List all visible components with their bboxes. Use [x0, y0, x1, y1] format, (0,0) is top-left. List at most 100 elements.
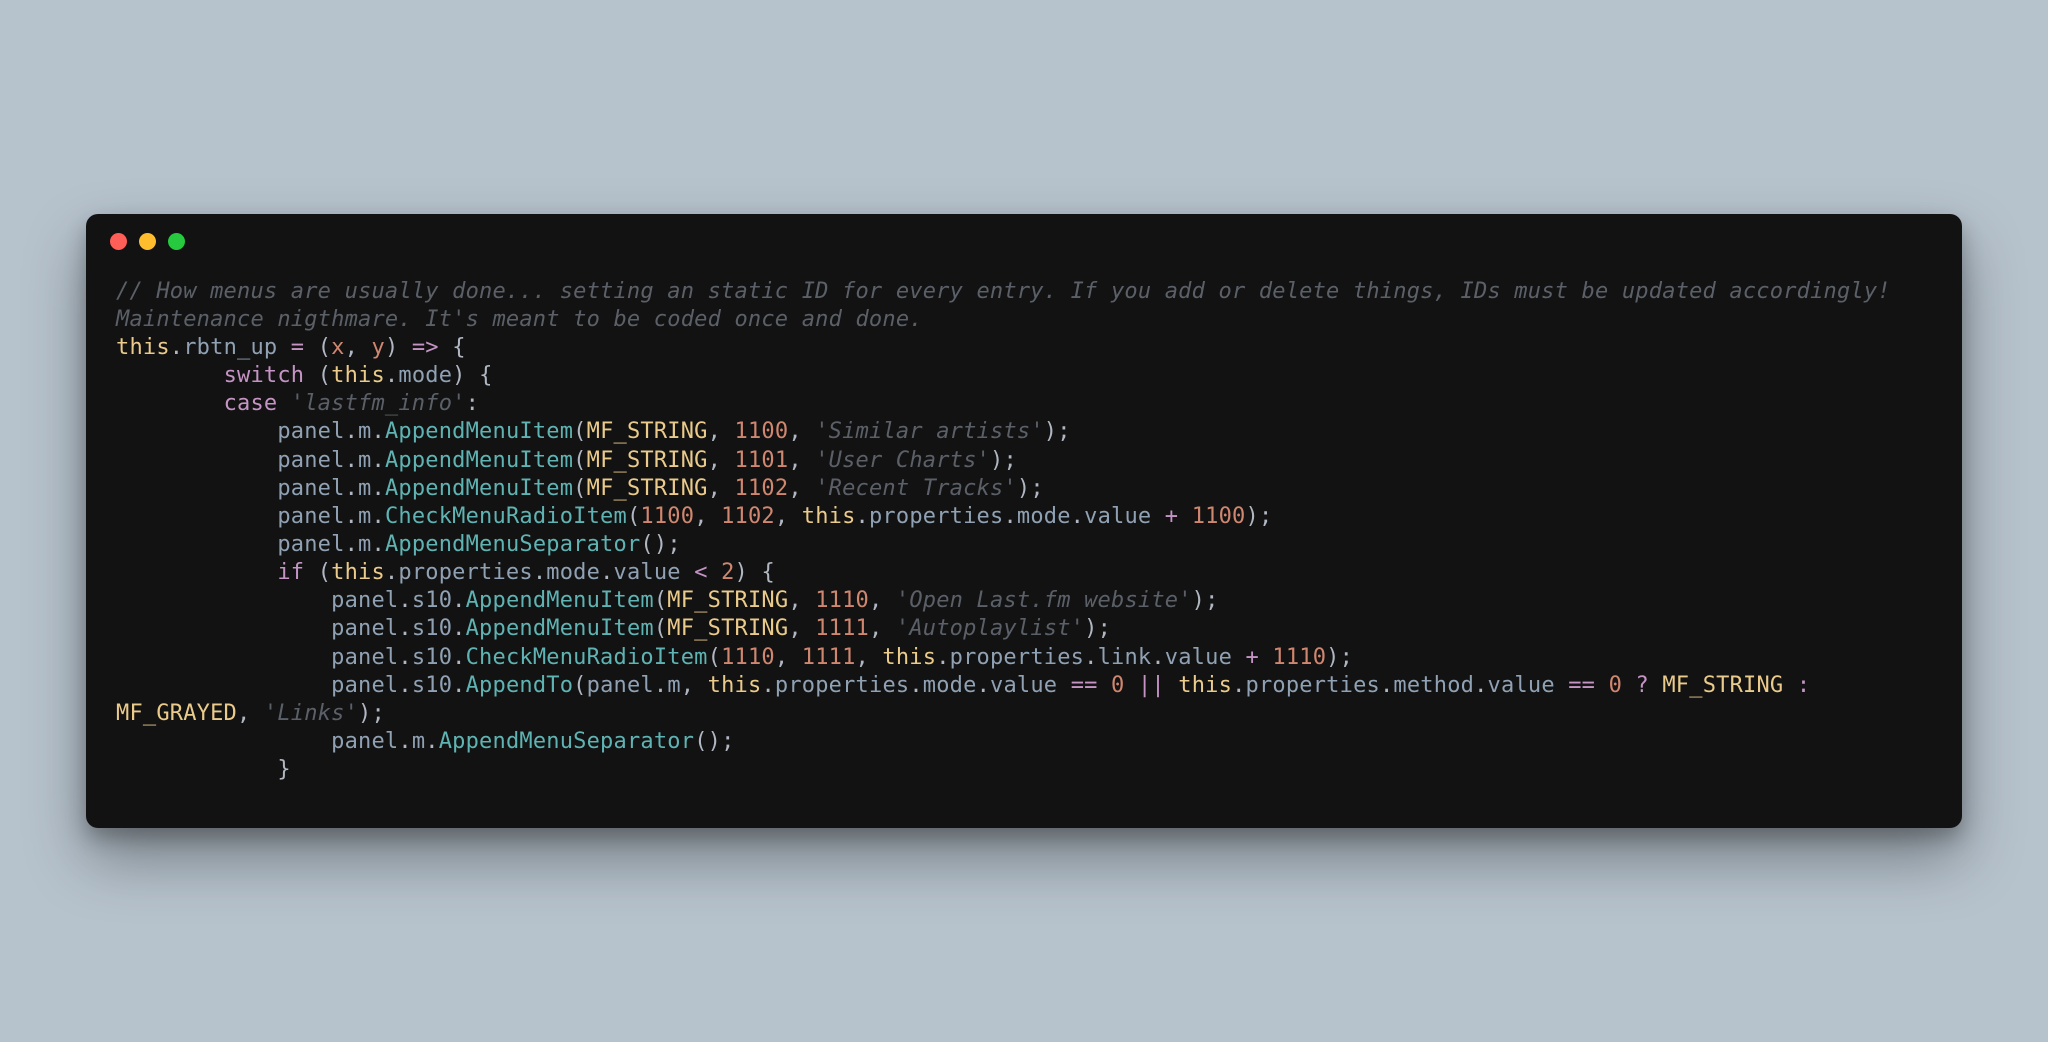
tok: [466, 363, 479, 388]
tok: .: [371, 448, 384, 473]
tok: ): [1245, 504, 1258, 529]
tok: 1100: [1192, 504, 1246, 529]
tok: 'Open Last.fm website': [896, 588, 1192, 613]
tok: (: [640, 532, 653, 557]
tok: [116, 729, 331, 754]
tok: properties: [1246, 673, 1380, 698]
tok: 'Links': [264, 701, 358, 726]
tok: (: [708, 645, 721, 670]
tok: ;: [371, 701, 384, 726]
tok: value: [1165, 645, 1232, 670]
tok: ;: [1340, 645, 1353, 670]
tok: .: [1151, 645, 1164, 670]
tok: s10: [412, 616, 452, 641]
tok: ,: [775, 645, 802, 670]
tok: 1102: [721, 504, 775, 529]
tok: AppendMenuItem: [385, 419, 573, 444]
tok: 1111: [815, 616, 869, 641]
tok: (: [654, 616, 667, 641]
tok: .: [977, 673, 990, 698]
tok: .: [371, 504, 384, 529]
tok: panel: [587, 673, 654, 698]
tok: ,: [708, 448, 735, 473]
tok: [277, 391, 290, 416]
tok: MF_STRING: [587, 476, 708, 501]
tok: ,: [694, 504, 721, 529]
tok: ,: [788, 476, 815, 501]
tok: m: [667, 673, 680, 698]
tok: this: [802, 504, 856, 529]
tok: }: [277, 757, 290, 782]
tok: [116, 560, 277, 585]
tok: m: [358, 532, 371, 557]
tok: panel: [277, 448, 344, 473]
titlebar: [86, 214, 1962, 270]
tok: value: [1084, 504, 1151, 529]
tok: ): [1192, 588, 1205, 613]
tok: MF_STRING: [587, 448, 708, 473]
tok: (: [573, 448, 586, 473]
tok: value: [1488, 673, 1555, 698]
tok: 1110: [815, 588, 869, 613]
tok: (: [573, 476, 586, 501]
tok: 1110: [721, 645, 775, 670]
tok: AppendMenuSeparator: [439, 729, 694, 754]
tok: .: [345, 419, 358, 444]
tok: AppendMenuItem: [385, 476, 573, 501]
tok: [116, 419, 277, 444]
tok: ==: [1555, 673, 1609, 698]
tok: .: [345, 504, 358, 529]
zoom-icon[interactable]: [168, 233, 185, 250]
tok: 1100: [640, 504, 694, 529]
tok: [116, 645, 331, 670]
tok: MF_STRING: [587, 419, 708, 444]
tok: ;: [1259, 504, 1272, 529]
tok: m: [358, 448, 371, 473]
tok: .: [452, 673, 465, 698]
tok: ,: [345, 335, 372, 360]
tok: ): [990, 448, 1003, 473]
tok: mode: [546, 560, 600, 585]
minimize-icon[interactable]: [139, 233, 156, 250]
tok: link: [1098, 645, 1152, 670]
tok: .: [398, 616, 411, 641]
tok: .: [1380, 673, 1393, 698]
tok: .: [345, 448, 358, 473]
tok: {: [761, 560, 774, 585]
close-icon[interactable]: [110, 233, 127, 250]
tok: .: [533, 560, 546, 585]
tok: 'Recent Tracks': [815, 476, 1017, 501]
tok: .: [761, 673, 774, 698]
tok: panel: [277, 504, 344, 529]
tok: ,: [775, 504, 802, 529]
tok: panel: [277, 419, 344, 444]
tok: this: [1178, 673, 1232, 698]
tok: panel: [331, 645, 398, 670]
tok: panel: [277, 532, 344, 557]
tok: ;: [1098, 616, 1111, 641]
tok: .: [452, 616, 465, 641]
tok: ,: [788, 588, 815, 613]
tok: (: [318, 335, 331, 360]
tok: =>: [398, 335, 452, 360]
tok: panel: [277, 476, 344, 501]
tok: ): [735, 560, 748, 585]
tok: this: [116, 335, 170, 360]
tok: .: [398, 729, 411, 754]
tok: .: [371, 419, 384, 444]
tok: +: [1232, 645, 1272, 670]
tok: +: [1151, 504, 1191, 529]
tok: ||: [1125, 673, 1179, 698]
tok: MF_GRAYED: [116, 701, 237, 726]
tok: [116, 363, 224, 388]
tok: :: [466, 391, 479, 416]
tok: ;: [667, 532, 680, 557]
tok: (: [318, 363, 331, 388]
tok: [116, 504, 277, 529]
tok: rbtn_up: [183, 335, 277, 360]
tok: .: [385, 363, 398, 388]
tok: ,: [708, 476, 735, 501]
tok: ): [358, 701, 371, 726]
tok: panel: [331, 673, 398, 698]
tok: ?: [1622, 673, 1662, 698]
